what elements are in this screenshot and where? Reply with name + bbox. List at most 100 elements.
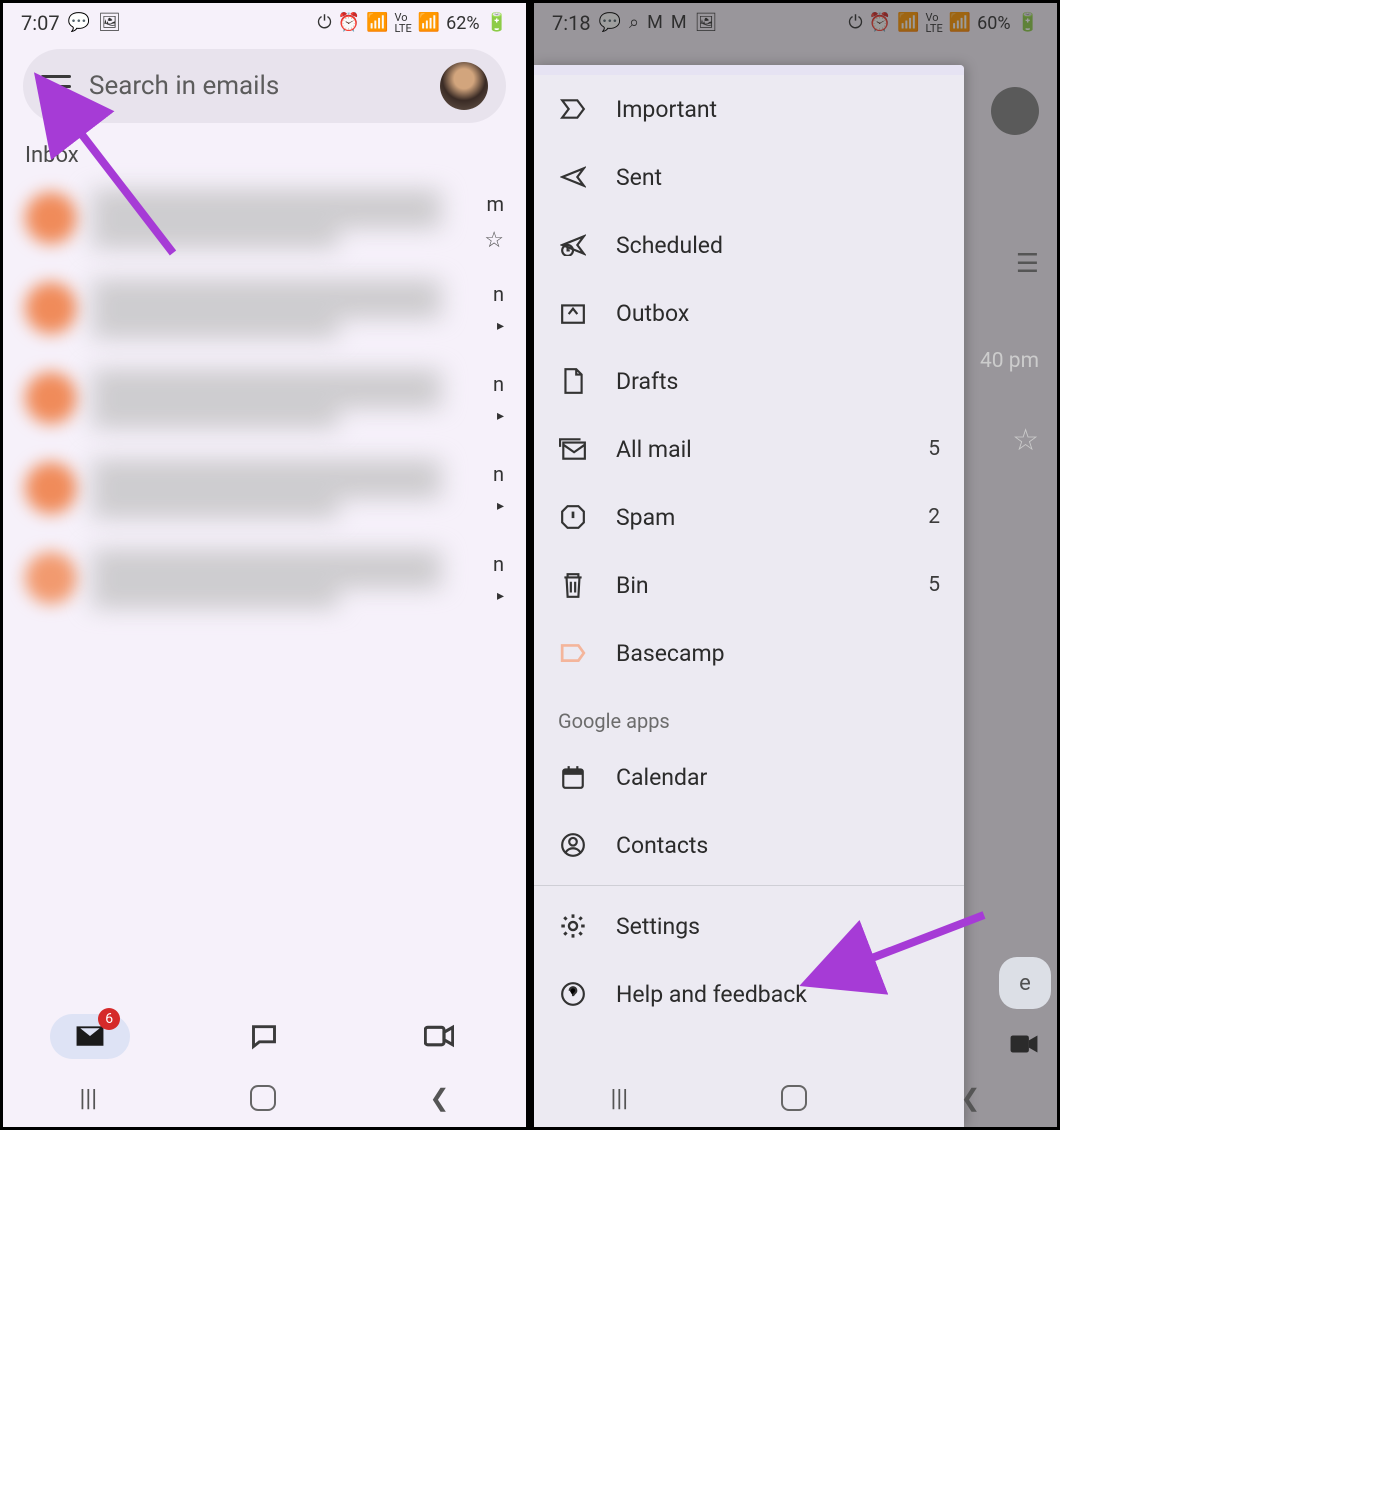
- drawer-item-label: Help and feedback: [616, 981, 940, 1008]
- filter-icon: ☰: [1016, 249, 1039, 279]
- drawer-item-contacts[interactable]: Contacts: [534, 811, 964, 879]
- video-icon: [424, 1024, 454, 1048]
- mail-badge: 6: [98, 1008, 120, 1030]
- outbox-icon: [558, 298, 588, 328]
- email-row[interactable]: m ☆: [13, 174, 516, 264]
- drawer-item-settings[interactable]: Settings: [534, 892, 964, 960]
- drawer-item-label: Drafts: [616, 368, 940, 395]
- drawer-item-label: Spam: [616, 504, 900, 531]
- drawer-item-label: Bin: [616, 572, 900, 599]
- back-button[interactable]: ❮: [960, 1084, 980, 1112]
- bin-icon: [558, 570, 588, 600]
- email-avatar: [25, 192, 77, 244]
- email-row[interactable]: n ▸: [13, 264, 516, 354]
- email-preview-blur: [91, 192, 504, 246]
- email-avatar: [25, 372, 77, 424]
- power-icon: ⏻: [317, 14, 331, 32]
- caret-icon: ▸: [497, 408, 504, 424]
- allmail-icon: [558, 434, 588, 464]
- signal-icon: 📶: [418, 14, 440, 32]
- hamburger-icon[interactable]: [41, 75, 71, 97]
- mail-icon: [75, 1024, 105, 1048]
- email-avatar: [25, 462, 77, 514]
- email-time: n: [493, 552, 504, 576]
- battery-icon: 🔋: [486, 14, 508, 32]
- recents-button[interactable]: |||: [611, 1084, 629, 1112]
- status-time: 7:07: [21, 11, 60, 35]
- drawer-item-spam[interactable]: Spam 2: [534, 483, 964, 551]
- drawer-item-basecamp[interactable]: Basecamp: [534, 619, 964, 687]
- email-row[interactable]: n ▸: [13, 444, 516, 534]
- email-preview-blur: [91, 462, 504, 516]
- volte-icon: VoLTE: [394, 12, 411, 34]
- star-outline-icon: ☆: [1012, 423, 1039, 458]
- drawer-section-header: Google apps: [534, 687, 964, 743]
- back-button[interactable]: ❮: [429, 1084, 449, 1112]
- video-icon-dimmed: [1009, 1033, 1039, 1055]
- label-basecamp-icon: [558, 638, 588, 668]
- email-row[interactable]: n ▸: [13, 534, 516, 624]
- drawer-item-label: Scheduled: [616, 232, 940, 259]
- email-time: n: [493, 462, 504, 486]
- recents-button[interactable]: |||: [80, 1084, 98, 1112]
- drawer-item-label: Basecamp: [616, 640, 940, 667]
- divider: [534, 885, 964, 886]
- drawer-item-important[interactable]: Important: [534, 75, 964, 143]
- drawer-item-outbox[interactable]: Outbox: [534, 279, 964, 347]
- search-bar[interactable]: Search in emails: [23, 49, 506, 123]
- nav-meet[interactable]: [399, 1014, 479, 1059]
- email-time: n: [493, 282, 504, 306]
- drafts-icon: [558, 366, 588, 396]
- phone-inbox: 7:07 💬 🖼 ⏻ ⏰ 📶 VoLTE 📶 62% 🔋 Search in e…: [3, 3, 526, 1127]
- phone-drawer: 7:18 💬 ⌕ M M 🖼 ⏻ ⏰ 📶 VoLTE 📶 60% 🔋 ☰ 40 …: [526, 3, 1057, 1127]
- drawer-item-label: All mail: [616, 436, 900, 463]
- picture-status-icon: 🖼: [98, 14, 121, 32]
- email-time: m: [486, 192, 504, 216]
- spam-icon: [558, 502, 588, 532]
- caret-icon: ▸: [497, 498, 504, 514]
- nav-drawer: Important Sent Scheduled Outbox Drafts A…: [534, 65, 964, 1127]
- drawer-item-label: Sent: [616, 164, 940, 191]
- nav-chat[interactable]: [224, 1014, 304, 1059]
- star-outline-icon[interactable]: ☆: [484, 228, 504, 253]
- calendar-icon: [558, 762, 588, 792]
- email-avatar: [25, 282, 77, 334]
- drawer-item-scheduled[interactable]: Scheduled: [534, 211, 964, 279]
- drawer-item-sent[interactable]: Sent: [534, 143, 964, 211]
- email-avatar: [25, 552, 77, 604]
- email-preview-blur: [91, 372, 504, 426]
- drawer-item-count: 5: [928, 437, 940, 461]
- settings-icon: [558, 911, 588, 941]
- compose-fab-dimmed: e: [999, 957, 1051, 1009]
- inbox-label: Inbox: [3, 133, 526, 174]
- scrim-time: 40 pm: [980, 349, 1039, 373]
- scheduled-icon: [558, 230, 588, 260]
- caret-icon: ▸: [497, 588, 504, 604]
- drawer-item-count: 5: [928, 573, 940, 597]
- drawer-item-label: Important: [616, 96, 940, 123]
- help-icon: [558, 979, 588, 1009]
- alarm-icon: ⏰: [338, 14, 360, 32]
- drawer-item-drafts[interactable]: Drafts: [534, 347, 964, 415]
- email-list: m ☆ n ▸ n ▸ n ▸ n: [3, 174, 526, 624]
- profile-avatar[interactable]: [440, 62, 488, 110]
- drawer-item-bin[interactable]: Bin 5: [534, 551, 964, 619]
- home-button[interactable]: [781, 1085, 807, 1111]
- search-input[interactable]: Search in emails: [89, 71, 422, 101]
- bottom-nav: 6: [3, 1003, 526, 1069]
- profile-avatar-dimmed: [991, 87, 1039, 135]
- drawer-item-all-mail[interactable]: All mail 5: [534, 415, 964, 483]
- email-row[interactable]: n ▸: [13, 354, 516, 444]
- nav-mail[interactable]: 6: [50, 1014, 130, 1059]
- drawer-item-help-and-feedback[interactable]: Help and feedback: [534, 960, 964, 1028]
- android-nav: ||| ❮: [534, 1069, 1057, 1127]
- drawer-item-calendar[interactable]: Calendar: [534, 743, 964, 811]
- home-button[interactable]: [250, 1085, 276, 1111]
- chat-icon: [250, 1022, 278, 1050]
- drawer-item-label: Contacts: [616, 832, 940, 859]
- caret-icon: ▸: [497, 318, 504, 334]
- status-bar: 7:07 💬 🖼 ⏻ ⏰ 📶 VoLTE 📶 62% 🔋: [3, 3, 526, 39]
- email-time: n: [493, 372, 504, 396]
- chat-status-icon: 💬: [68, 14, 90, 32]
- important-icon: [558, 94, 588, 124]
